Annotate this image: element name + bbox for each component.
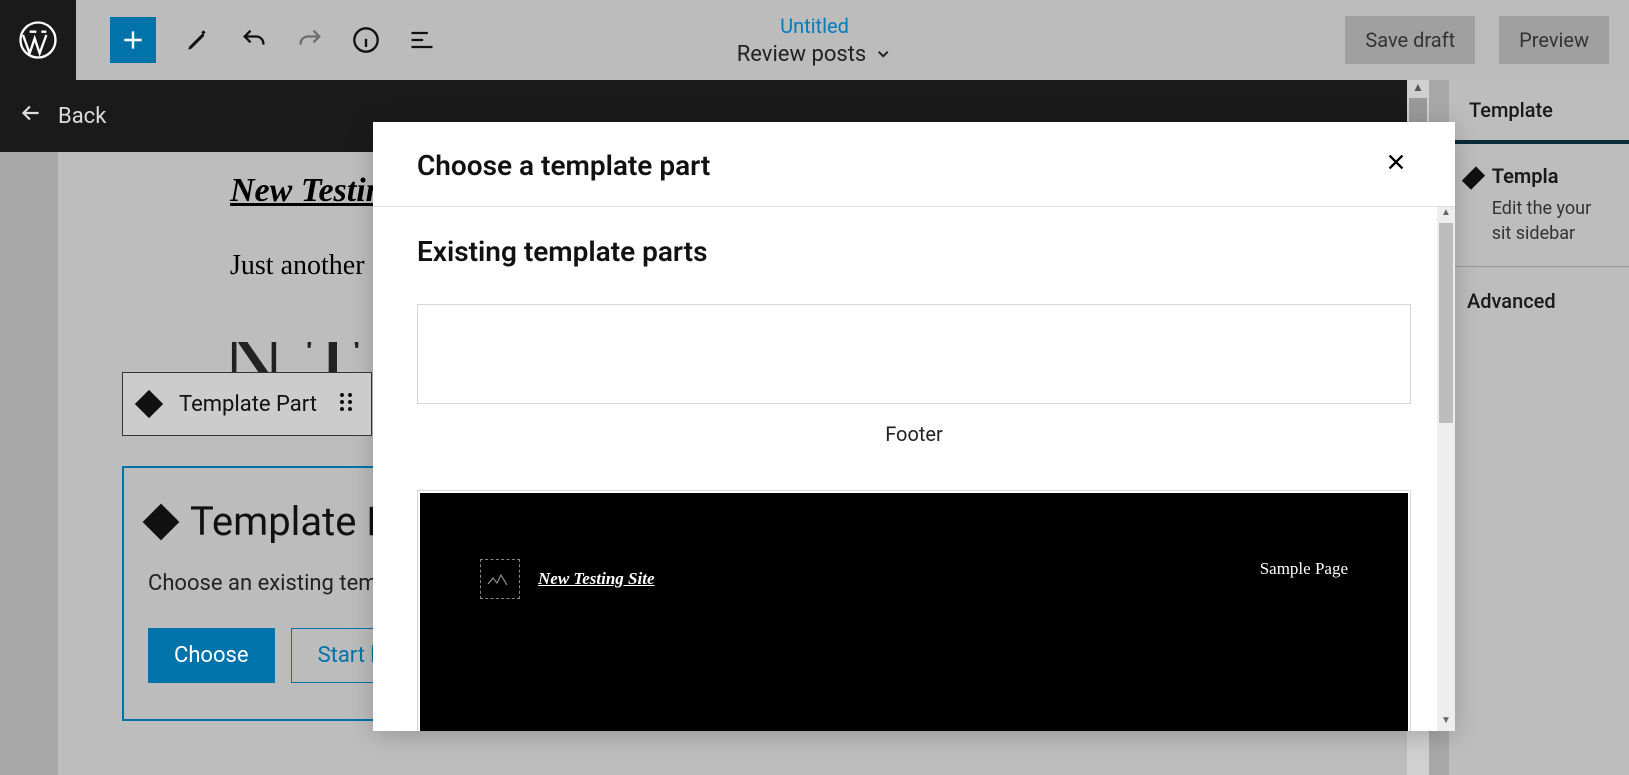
list-view-button[interactable] bbox=[408, 26, 436, 54]
modal-close-button[interactable] bbox=[1381, 146, 1411, 184]
redo-icon bbox=[296, 25, 324, 55]
choose-template-part-modal: Choose a template part Existing template… bbox=[373, 122, 1455, 731]
template-part-icon bbox=[143, 503, 180, 540]
back-label: Back bbox=[58, 104, 106, 129]
drag-handle-icon[interactable] bbox=[337, 390, 355, 418]
add-block-button[interactable] bbox=[110, 17, 156, 63]
preview-site-title: New Testing Site bbox=[538, 569, 655, 589]
modal-body: Existing template parts Footer New Testi… bbox=[373, 207, 1455, 731]
template-part-option-header[interactable]: New Testing Site Sample Page bbox=[417, 490, 1411, 731]
template-part-icon bbox=[135, 390, 163, 418]
list-icon bbox=[408, 26, 436, 54]
template-part-icon bbox=[1462, 166, 1485, 189]
preview-button[interactable]: Preview bbox=[1499, 16, 1609, 64]
save-draft-button[interactable]: Save draft bbox=[1345, 16, 1475, 64]
details-button[interactable] bbox=[352, 26, 380, 54]
plus-icon bbox=[120, 27, 146, 53]
sidebar-block-info: Templa Edit the your sit sidebar bbox=[1449, 144, 1629, 267]
block-toolbar-label: Template Part bbox=[179, 392, 317, 417]
choose-button[interactable]: Choose bbox=[148, 628, 275, 683]
scroll-down-icon[interactable]: ▼ bbox=[1437, 715, 1455, 731]
undo-button[interactable] bbox=[240, 26, 268, 54]
document-subtitle: Review posts bbox=[737, 42, 893, 67]
header-preview: New Testing Site Sample Page bbox=[420, 493, 1408, 731]
redo-button[interactable] bbox=[296, 26, 324, 54]
scroll-up-icon[interactable]: ▲ bbox=[1437, 207, 1455, 223]
site-logo-placeholder bbox=[480, 559, 520, 599]
tools-button[interactable] bbox=[184, 26, 212, 54]
undo-icon bbox=[240, 25, 268, 55]
modal-header: Choose a template part bbox=[373, 122, 1455, 207]
template-part-option-footer[interactable] bbox=[417, 304, 1411, 404]
scroll-up-icon[interactable]: ▲ bbox=[1407, 80, 1429, 98]
sidebar-block-title: Templa bbox=[1492, 164, 1611, 188]
wordpress-icon bbox=[18, 20, 58, 60]
modal-section-title: Existing template parts bbox=[417, 235, 1411, 268]
toolbar-right: Save draft Preview bbox=[1345, 16, 1609, 64]
chevron-down-icon bbox=[874, 45, 892, 63]
modal-title: Choose a template part bbox=[417, 149, 710, 182]
arrow-left-icon bbox=[18, 100, 44, 132]
preview-nav-link: Sample Page bbox=[1260, 559, 1348, 579]
pencil-icon bbox=[185, 27, 211, 53]
image-placeholder-icon bbox=[486, 570, 514, 588]
document-info[interactable]: Untitled Review posts bbox=[737, 14, 893, 67]
modal-scrollbar[interactable]: ▲ ▼ bbox=[1437, 207, 1455, 731]
wordpress-logo[interactable] bbox=[0, 0, 76, 80]
toolbar-left bbox=[110, 17, 436, 63]
placeholder-title: Template P bbox=[190, 498, 392, 545]
template-part-label: Footer bbox=[417, 422, 1411, 446]
scrollbar-thumb[interactable] bbox=[1439, 223, 1453, 423]
document-title: Untitled bbox=[737, 14, 893, 38]
settings-sidebar: Template Templa Edit the your sit sideba… bbox=[1449, 80, 1629, 775]
block-toolbar: Template Part bbox=[122, 372, 372, 436]
sidebar-advanced-panel[interactable]: Advanced bbox=[1449, 267, 1629, 335]
sidebar-tab-template[interactable]: Template bbox=[1449, 80, 1629, 144]
sidebar-block-desc: Edit the your sit sidebar bbox=[1492, 196, 1611, 246]
close-icon bbox=[1385, 151, 1407, 173]
info-icon bbox=[352, 26, 380, 54]
top-toolbar: Untitled Review posts Save draft Preview bbox=[0, 0, 1629, 80]
